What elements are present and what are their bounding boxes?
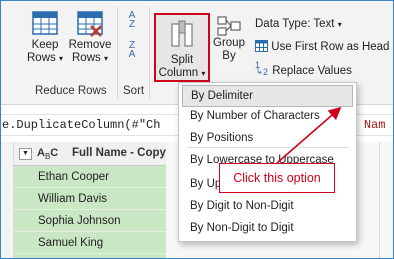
remove-rows-button[interactable]: Remove Rows ▾ — [67, 9, 113, 65]
keep-rows-caret-icon: ▾ — [58, 54, 63, 63]
selected-column-cells: Ethan Cooper William Davis Sophia Johnso… — [14, 166, 166, 258]
table-row[interactable]: William Davis — [14, 188, 166, 210]
split-column-label-line2: Column ▾ — [159, 67, 206, 79]
column-filter-dropdown-icon[interactable]: ▼ — [19, 148, 32, 160]
remove-rows-caret-icon: ▾ — [103, 54, 108, 63]
ribbon-separator — [117, 7, 118, 99]
keep-rows-label-2: Rows — [27, 52, 56, 64]
use-first-row-headers-button[interactable]: Use First Row as Head — [255, 40, 389, 53]
use-first-row-headers-label: Use First Row as Head — [271, 41, 390, 53]
keep-rows-label-1: Keep — [31, 39, 59, 51]
menu-separator — [187, 147, 349, 148]
sort-ascending-button[interactable]: A Z — [122, 11, 142, 30]
column-header-label: Full Name - Copy — [72, 147, 166, 159]
remove-rows-label-2: Rows — [72, 52, 101, 64]
formula-text-prefix: e.DuplicateColumn(#"Ch — [2, 118, 161, 132]
sort-group-label: Sort — [123, 85, 145, 97]
data-type-caret-icon: ▾ — [337, 20, 342, 29]
reduce-rows-group-label: Reduce Rows — [35, 85, 107, 97]
column-header-full-name-copy[interactable]: ▼ ABC Full Name - Copy — [14, 142, 166, 166]
replace-icon-arrow: ↳ — [256, 67, 263, 76]
replace-values-label: Replace Values — [272, 65, 352, 77]
remove-rows-label-1: Remove — [68, 39, 112, 51]
split-column-label: Split Column ▾ — [156, 54, 208, 80]
type-glyph-c: C — [50, 147, 59, 159]
data-type-label: Data Type: Text — [255, 18, 335, 30]
keep-rows-button[interactable]: Keep Rows ▾ — [23, 9, 67, 65]
menu-item-by-positions[interactable]: By Positions — [179, 127, 356, 149]
keep-rows-label-line2: Rows ▾ — [23, 52, 67, 65]
split-column-icon — [171, 20, 193, 47]
ribbon-separator — [149, 7, 150, 99]
annotation-callout: Click this option — [219, 163, 335, 193]
remove-rows-icon — [77, 11, 103, 37]
menu-item-by-delimiter[interactable]: By Delimiter — [182, 85, 353, 107]
data-type-dropdown[interactable]: Data Type: Text ▾ — [255, 18, 342, 30]
table-row[interactable]: Sophia Johnson — [14, 210, 166, 232]
split-column-label-2: Column — [158, 67, 199, 79]
menu-item-by-non-digit-to-digit[interactable]: By Non-Digit to Digit — [179, 217, 356, 239]
group-by-icon — [217, 16, 241, 36]
replace-icon-digit-2: 2 — [263, 67, 269, 77]
group-by-button[interactable]: Group By — [211, 15, 247, 63]
remove-rows-label-line2: Rows ▾ — [67, 52, 113, 65]
table-row[interactable]: Ethan Cooper — [14, 166, 166, 188]
sort-az-bottom: Z — [128, 19, 136, 30]
split-column-label-1: Split — [170, 54, 194, 66]
group-by-label-1: Group — [213, 37, 245, 49]
sort-descending-button[interactable]: Z A — [122, 41, 142, 60]
group-by-label-2: By — [222, 50, 236, 62]
row-number-column — [1, 142, 14, 258]
replace-values-icon: 1 ↳ 2 — [255, 60, 269, 77]
type-glyph-a: A — [37, 147, 45, 159]
split-column-caret-icon: ▾ — [201, 69, 206, 78]
split-column-menu: By Delimiter By Number of Characters By … — [178, 82, 357, 242]
replace-values-button[interactable]: 1 ↳ 2 Replace Values — [255, 60, 352, 77]
menu-item-by-number-of-characters[interactable]: By Number of Characters — [179, 105, 356, 127]
keep-rows-icon — [32, 11, 58, 35]
table-headers-icon — [255, 40, 268, 52]
table-row[interactable]: Samuel King — [14, 232, 166, 254]
app-window: Keep Rows ▾ Remove Rows ▾ Reduce Rows A … — [0, 0, 394, 259]
text-type-icon[interactable]: ABC — [37, 147, 58, 161]
sort-za-bottom: A — [128, 49, 136, 60]
split-column-button[interactable]: Split Column ▾ — [154, 13, 210, 82]
menu-item-by-digit-to-non-digit[interactable]: By Digit to Non-Digit — [179, 195, 356, 217]
grid-divider — [379, 142, 380, 258]
